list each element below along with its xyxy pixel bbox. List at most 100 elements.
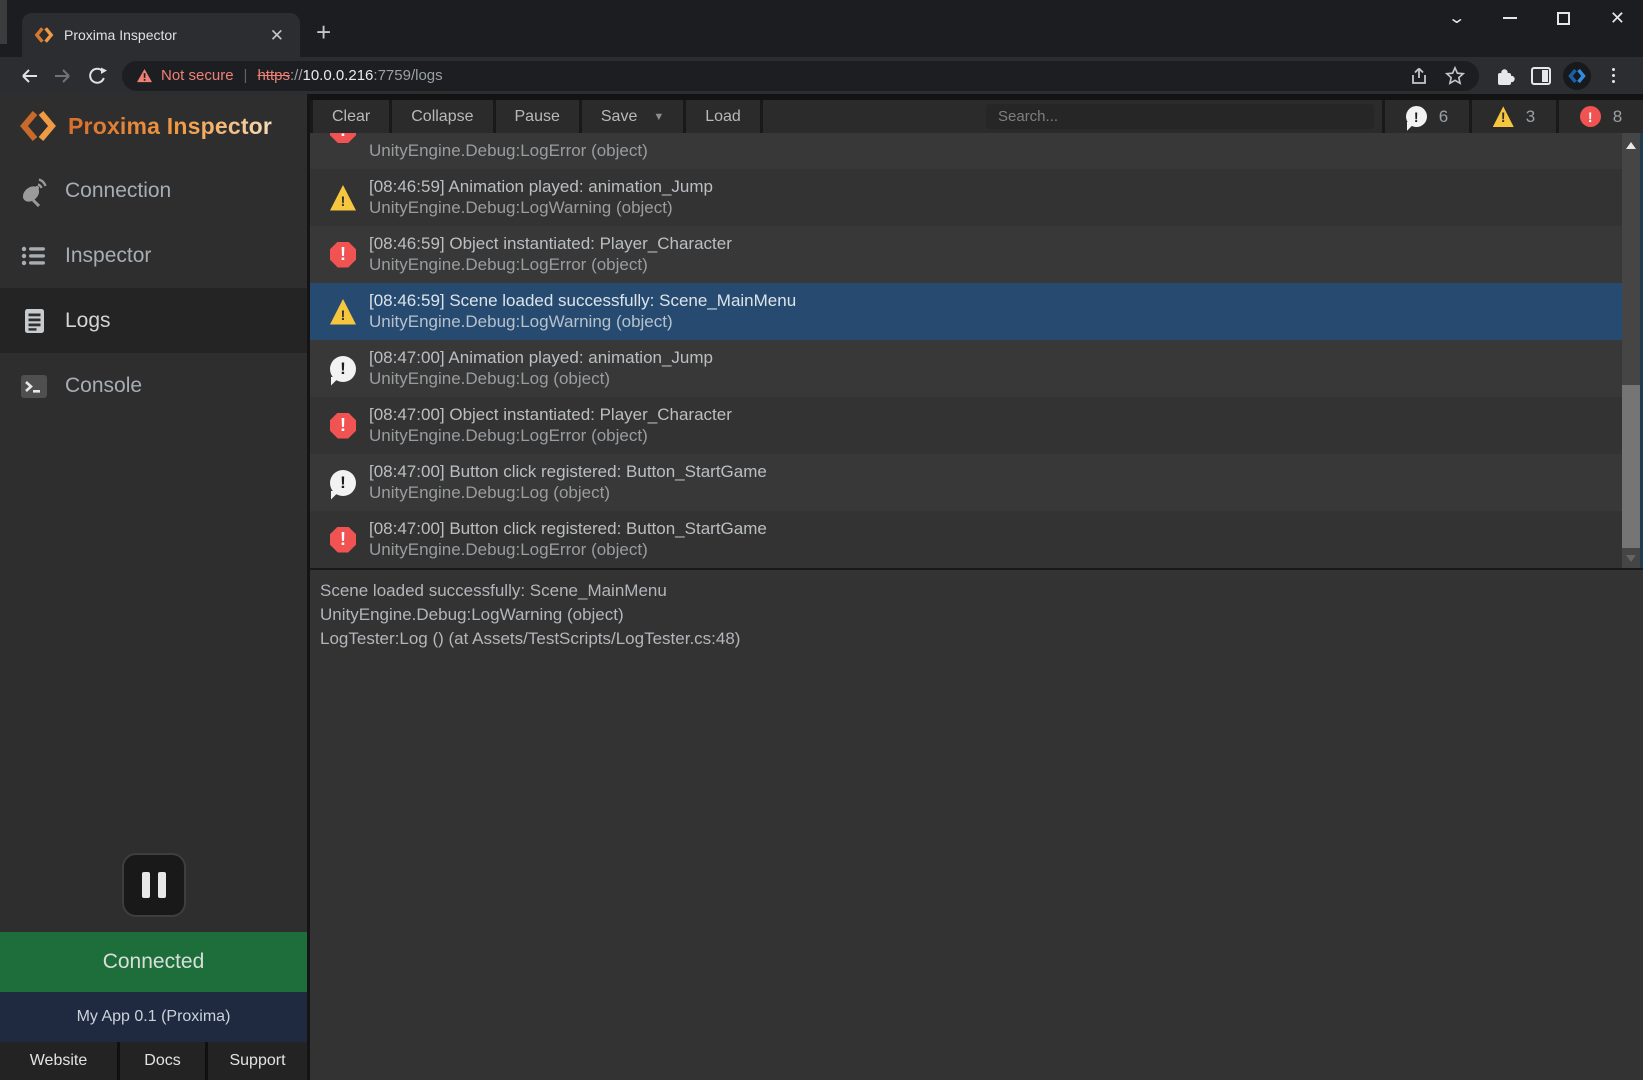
tab-title: Proxima Inspector [64,27,256,43]
not-secure-label: Not secure [161,67,234,84]
sidebar-item-console[interactable]: Console [0,353,307,418]
sidebar-item-label: Logs [65,309,111,333]
log-row[interactable]: ! [08:46:59] Animation played: animation… [310,169,1622,226]
warning-count-filter[interactable]: ! 3 [1469,100,1556,133]
save-button[interactable]: Save ▼ [582,100,683,133]
footer-link-support[interactable]: Support [205,1042,307,1080]
log-list: ! UnityEngine.Debug:LogError (object) ! … [310,133,1622,568]
log-source: UnityEngine.Debug:LogError (object) [369,141,648,161]
warning-icon: ! [1493,106,1514,127]
not-secure-warning-icon [136,68,153,83]
back-button[interactable] [12,61,46,91]
scroll-down-arrow-icon[interactable] [1626,555,1636,562]
warning-count: 3 [1526,107,1535,127]
tab-search-chevron-icon[interactable]: ⌄ [1447,8,1466,28]
share-icon[interactable] [1409,66,1429,86]
pause-icon [158,872,166,898]
proxima-logo-icon [20,108,56,144]
log-level-icon: ! [330,185,356,211]
log-source: UnityEngine.Debug:LogError (object) [369,255,732,275]
sidebar: Proxima Inspector Connection [0,94,310,1080]
app-logo: Proxima Inspector [0,106,307,146]
sidebar-item-logs[interactable]: Logs [0,288,307,353]
detail-line: LogTester:Log () (at Assets/TestScripts/… [320,627,1629,651]
profile-avatar[interactable] [1559,61,1595,91]
search-input[interactable] [986,104,1374,129]
browser-tab[interactable]: Proxima Inspector ✕ [22,13,300,57]
log-level-icon: ! [330,356,356,382]
log-message: [08:47:00] Object instantiated: Player_C… [369,405,732,425]
log-row[interactable]: ! [08:46:59] Scene loaded successfully: … [310,283,1622,340]
pause-icon [142,872,150,898]
log-scrollbar[interactable] [1622,133,1640,568]
window-maximize-button[interactable] [1557,12,1570,25]
log-row[interactable]: ! [08:47:00] Button click registered: Bu… [310,511,1622,568]
side-panel-icon[interactable] [1523,61,1559,91]
log-level-icon: ! [330,413,356,439]
log-source: UnityEngine.Debug:Log (object) [369,369,713,389]
url-text: https://10.0.0.216:7759/logs [257,67,442,84]
log-row[interactable]: ! [08:47:00] Object instantiated: Player… [310,397,1622,454]
new-tab-button[interactable]: + [316,19,331,45]
error-icon: ! [1580,106,1601,127]
scrollbar-thumb[interactable] [1622,385,1640,548]
bookmark-star-icon[interactable] [1445,66,1465,86]
error-count-filter[interactable]: ! 8 [1556,100,1643,133]
log-row[interactable]: ! [08:46:59] Object instantiated: Player… [310,226,1622,283]
logs-panel: Clear Collapse Pause Save ▼ Load ! 6 [310,94,1643,1080]
log-row[interactable]: ! UnityEngine.Debug:LogError (object) [310,133,1622,169]
info-icon: ! [1406,106,1427,127]
collapse-button[interactable]: Collapse [392,100,492,133]
sidebar-item-label: Inspector [65,244,151,268]
log-message: [08:47:00] Button click registered: Butt… [369,462,767,482]
proxima-favicon-icon [34,25,54,45]
sidebar-item-label: Connection [65,179,171,203]
pause-stream-button[interactable] [122,853,186,917]
log-source: UnityEngine.Debug:LogError (object) [369,426,732,446]
scroll-up-arrow-icon[interactable] [1626,142,1636,149]
browser-menu-icon[interactable] [1595,61,1631,91]
log-level-icon: ! [330,242,356,268]
tab-close-icon[interactable]: ✕ [266,25,288,46]
load-button[interactable]: Load [686,100,760,133]
footer-link-docs[interactable]: Docs [117,1042,205,1080]
address-bar[interactable]: Not secure | https://10.0.0.216:7759/log… [122,61,1479,91]
list-icon [18,240,50,272]
log-source: UnityEngine.Debug:LogWarning (object) [369,312,796,332]
log-detail-pane: Scene loaded successfully: Scene_MainMen… [310,570,1643,1080]
log-row[interactable]: ! [08:47:00] Button click registered: Bu… [310,454,1622,511]
info-count: 6 [1439,107,1448,127]
log-level-icon: ! [330,470,356,496]
sidebar-item-inspector[interactable]: Inspector [0,223,307,288]
detail-line: Scene loaded successfully: Scene_MainMen… [320,579,1629,603]
pause-button[interactable]: Pause [496,100,579,133]
clear-button[interactable]: Clear [313,100,389,133]
save-dropdown-caret-icon[interactable]: ▼ [653,111,664,123]
sidebar-item-label: Console [65,374,142,398]
proxima-avatar-icon [1563,62,1591,90]
log-source: UnityEngine.Debug:Log (object) [369,483,767,503]
info-count-filter[interactable]: ! 6 [1382,100,1469,133]
log-message: [08:46:59] Scene loaded successfully: Sc… [369,291,796,311]
log-message: [08:47:00] Button click registered: Butt… [369,519,767,539]
connection-status-badge: Connected [0,932,307,992]
log-message: [08:47:00] Animation played: animation_J… [369,348,713,368]
window-close-button[interactable]: ✕ [1610,9,1625,27]
log-message: [08:46:59] Object instantiated: Player_C… [369,234,732,254]
log-row[interactable]: ! [08:47:00] Animation played: animation… [310,340,1622,397]
sidebar-item-connection[interactable]: Connection [0,158,307,223]
extensions-puzzle-icon[interactable] [1487,61,1523,91]
reload-button[interactable] [80,61,114,91]
sidebar-footer: Website Docs Support [0,1042,307,1080]
document-icon [18,305,50,337]
browser-window: Proxima Inspector ✕ + ⌄ ✕ [0,0,1643,1080]
log-level-icon: ! [330,299,356,325]
log-source: UnityEngine.Debug:LogError (object) [369,540,767,560]
browser-toolbar: Not secure | https://10.0.0.216:7759/log… [0,57,1643,94]
app-version-bar: My App 0.1 (Proxima) [0,992,307,1042]
footer-link-website[interactable]: Website [0,1042,117,1080]
window-minimize-button[interactable] [1503,17,1517,19]
app-title: Proxima Inspector [68,113,272,140]
forward-button[interactable] [46,61,80,91]
tab-strip: Proxima Inspector ✕ + ⌄ ✕ [0,0,1643,57]
